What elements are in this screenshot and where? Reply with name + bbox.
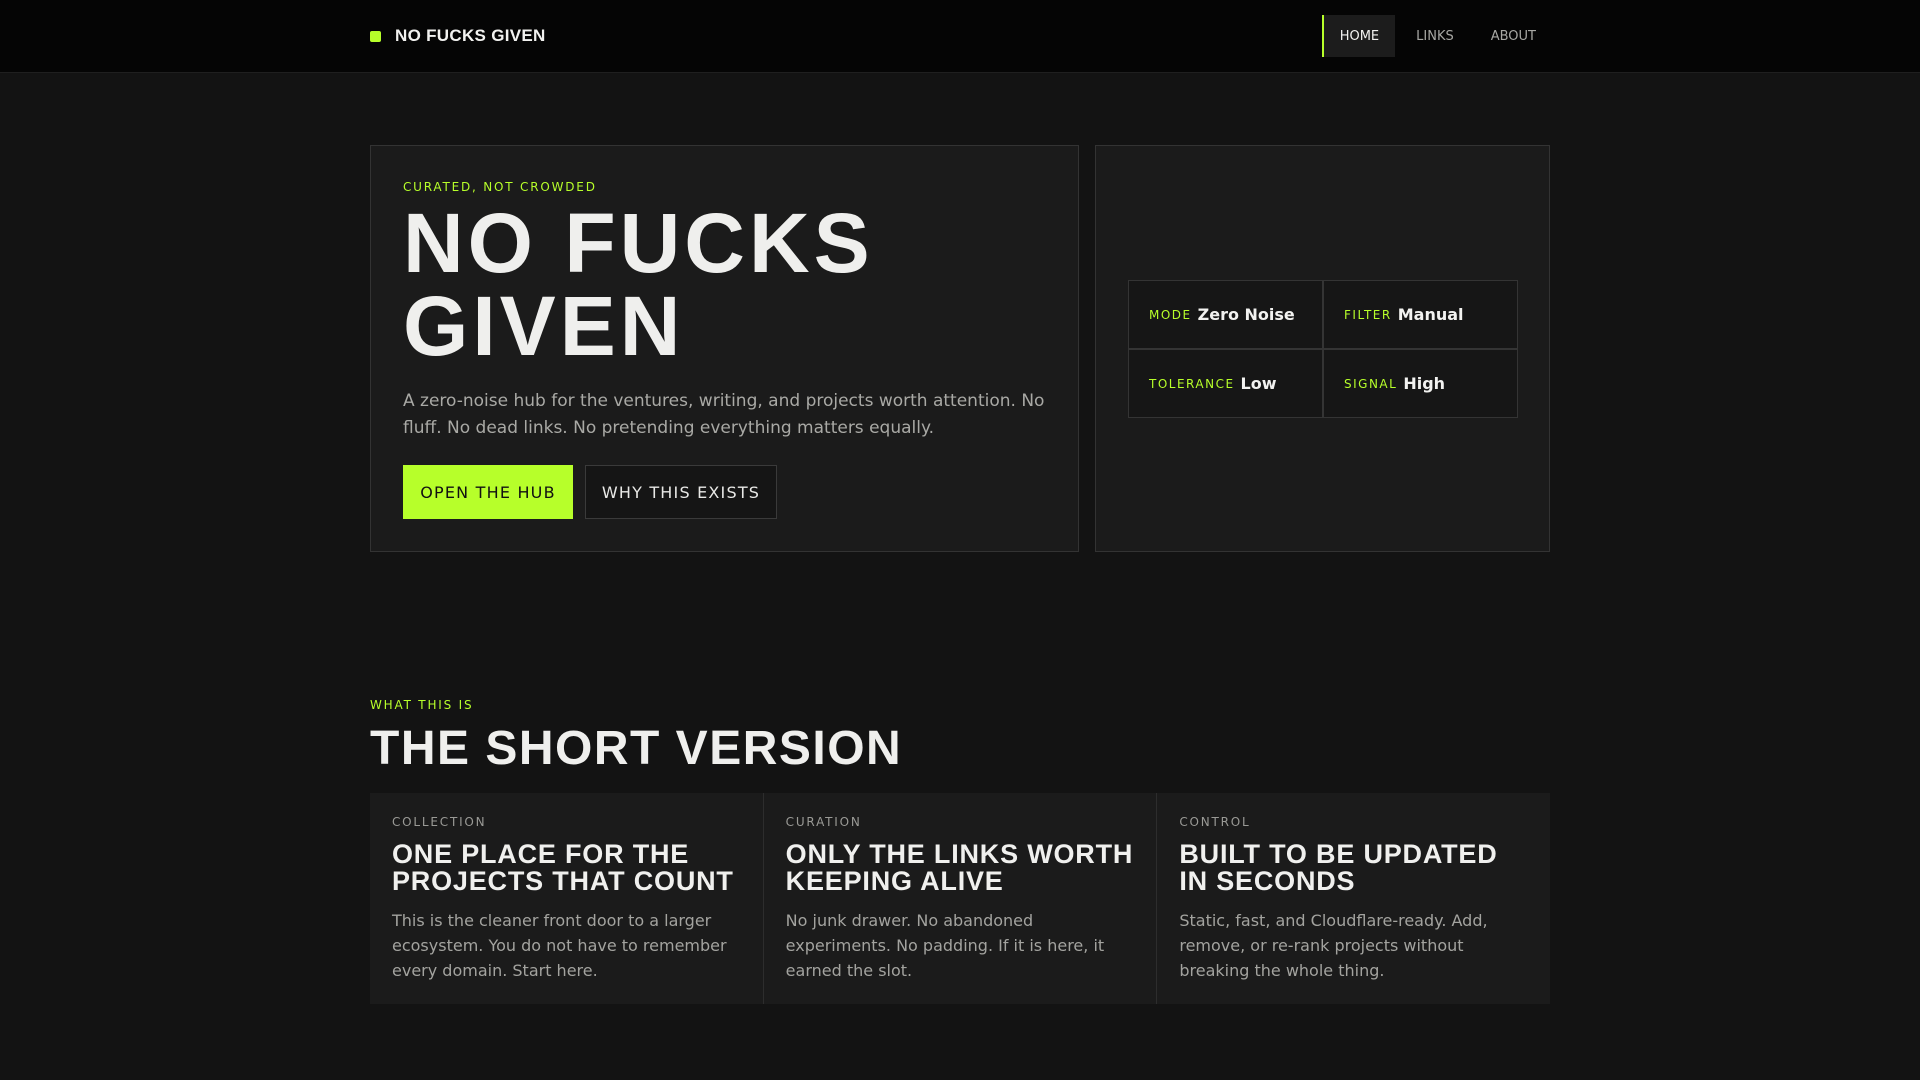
stat-key: FILTER [1344,307,1392,322]
feature-cards: COLLECTION ONE PLACE FOR THE PROJECTS TH… [370,793,1551,1004]
stat-value: Low [1240,374,1277,393]
stat-value: Manual [1397,305,1464,324]
brand-logo-link[interactable]: NO FUCKS GIVEN [370,0,546,72]
hero-panel: CURATED, NOT CROWDED NO FUCKS GIVEN A ze… [370,145,1079,552]
card-title: BUILT TO BE UPDATED IN SECONDS [1179,839,1498,896]
brand-square-icon [370,30,381,42]
feature-card-collection: COLLECTION ONE PLACE FOR THE PROJECTS TH… [370,793,764,1004]
stat-value: Zero Noise [1197,305,1295,324]
stat-signal: SIGNAL High [1323,349,1518,418]
card-title: ONE PLACE FOR THE PROJECTS THAT COUNT [392,839,734,896]
card-kicker: CURATION [785,815,862,829]
stat-tolerance: TOLERANCE Low [1128,349,1323,418]
card-body: Static, fast, and Cloudflare-ready. Add,… [1179,911,1488,980]
nav-home[interactable]: HOME [1321,15,1396,57]
brand-name: NO FUCKS GIVEN [395,26,546,45]
stats-grid: MODE Zero Noise FILTER Manual TOLERANCE … [1128,280,1518,418]
hero-title: NO FUCKS GIVEN [403,196,874,373]
top-navigation-bar: NO FUCKS GIVEN HOME LINKS ABOUT [0,0,1920,73]
nav-about[interactable]: ABOUT [1475,15,1552,57]
stat-key: MODE [1149,307,1192,322]
why-this-exists-button[interactable]: WHY THIS EXISTS [585,465,777,519]
card-body: This is the cleaner front door to a larg… [392,911,727,980]
main-nav: HOME LINKS ABOUT [1321,15,1552,57]
card-kicker: COLLECTION [392,815,487,829]
nav-links[interactable]: LINKS [1400,15,1470,57]
card-body: No junk drawer. No abandoned experiments… [785,911,1105,980]
hero-description: A zero-noise hub for the ventures, writi… [403,391,1045,438]
stat-key: TOLERANCE [1149,376,1235,391]
open-hub-button[interactable]: OPEN THE HUB [403,465,573,519]
feature-card-control: CONTROL BUILT TO BE UPDATED IN SECONDS S… [1157,793,1551,1004]
card-title: ONLY THE LINKS WORTH KEEPING ALIVE [785,839,1134,896]
stat-value: High [1403,374,1446,393]
feature-card-curation: CURATION ONLY THE LINKS WORTH KEEPING AL… [763,793,1158,1004]
status-panel: MODE Zero Noise FILTER Manual TOLERANCE … [1095,145,1550,552]
section-title: THE SHORT VERSION [370,722,903,775]
hero-eyebrow: CURATED, NOT CROWDED [403,180,597,194]
stat-mode: MODE Zero Noise [1128,280,1323,349]
card-kicker: CONTROL [1179,815,1251,829]
stat-key: SIGNAL [1344,376,1398,391]
stat-filter: FILTER Manual [1323,280,1518,349]
section-eyebrow: WHAT THIS IS [370,698,474,712]
